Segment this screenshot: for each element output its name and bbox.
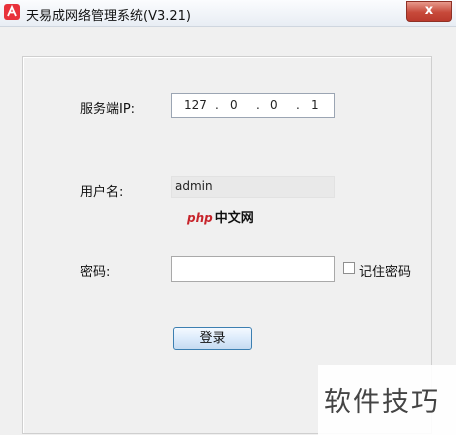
ip-segment-2[interactable]: 0: [230, 98, 238, 112]
php-cn-logo: php 中文网: [187, 207, 254, 226]
username-field[interactable]: admin: [171, 176, 335, 198]
ip-dot: .: [256, 98, 260, 112]
php-logo-text: php: [187, 211, 213, 225]
app-logo-icon: [4, 4, 20, 20]
ip-segment-4[interactable]: 1: [311, 98, 319, 112]
window-title: 天易成网络管理系统(V3.21): [26, 9, 191, 24]
ip-segment-1[interactable]: 127: [184, 98, 207, 112]
server-ip-field[interactable]: 127 . 0 . 0 . 1: [171, 93, 335, 118]
password-field[interactable]: [171, 256, 335, 282]
server-ip-label: 服务端IP:: [80, 102, 136, 117]
watermark: 软件技巧: [318, 365, 456, 435]
title-bar: 天易成网络管理系统(V3.21) x: [0, 0, 456, 27]
username-label: 用户名:: [80, 185, 124, 200]
close-button[interactable]: x: [406, 1, 452, 22]
password-label: 密码:: [80, 265, 111, 280]
ip-dot: .: [296, 98, 300, 112]
login-button[interactable]: 登录: [173, 327, 252, 350]
ip-dot: .: [215, 98, 219, 112]
watermark-text: 软件技巧: [324, 387, 440, 418]
remember-password-label[interactable]: 记住密码: [359, 261, 411, 280]
php-logo-cn-text: 中文网: [214, 211, 254, 226]
ip-segment-3[interactable]: 0: [270, 98, 278, 112]
close-icon: x: [424, 3, 434, 18]
remember-password-checkbox[interactable]: [343, 262, 355, 274]
